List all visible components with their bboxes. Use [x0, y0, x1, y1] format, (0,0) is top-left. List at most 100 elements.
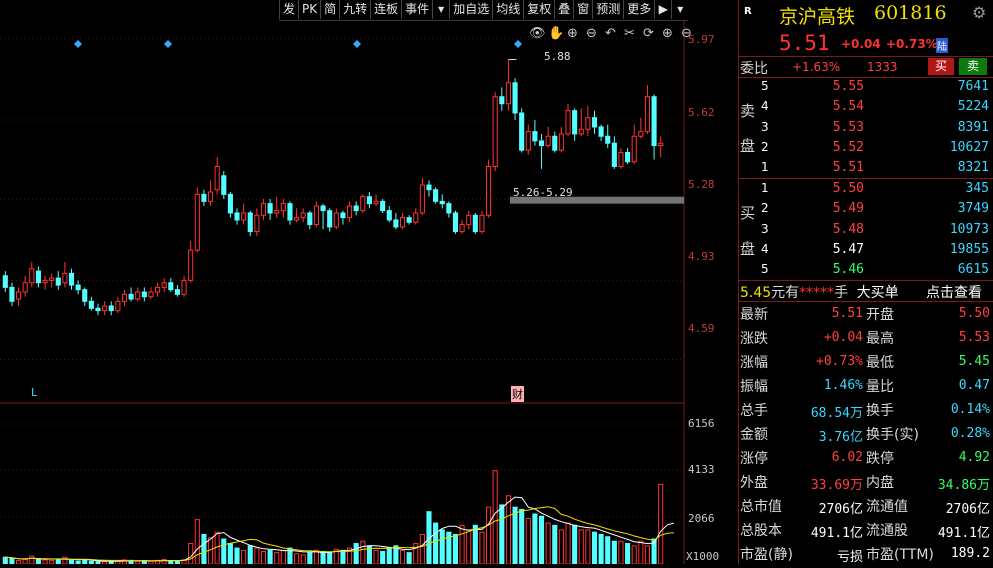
marker-cai[interactable]: 财	[511, 386, 524, 402]
candle-body	[525, 131, 531, 151]
toolbar-item-0[interactable]: 发	[279, 0, 298, 19]
volume-bar	[380, 550, 386, 565]
candle-body	[307, 212, 313, 226]
bid-price[interactable]: 5.49	[809, 201, 864, 216]
bid-row-5[interactable]: 5 5.46 6615	[739, 260, 993, 280]
eye-icon[interactable]: 👁	[529, 26, 546, 41]
last-price: 5.51	[779, 31, 830, 55]
refresh-icon[interactable]: ⟳	[643, 26, 654, 41]
bid-price[interactable]: 5.50	[809, 181, 864, 196]
more-dropdown-icon[interactable]: ▾	[671, 0, 688, 19]
volume-tick-1: 4133	[688, 463, 715, 476]
candle-body	[241, 212, 247, 221]
buy-button[interactable]: 买	[928, 58, 954, 75]
view-big-order-link[interactable]: 点击查看	[926, 282, 982, 302]
toolbar-item-12[interactable]: 更多	[623, 0, 654, 19]
candle-body	[366, 196, 372, 205]
ask-price[interactable]: 5.54	[809, 99, 864, 114]
candle-body	[35, 270, 41, 284]
ask-price[interactable]: 5.53	[809, 120, 864, 135]
candle-body	[300, 212, 306, 219]
lu-badge: 陆	[936, 38, 948, 53]
volume-bar	[386, 547, 392, 565]
stat-value-right: 5.45	[958, 354, 990, 369]
volume-bar	[512, 506, 518, 565]
candle-body	[247, 212, 253, 233]
candle-body	[161, 282, 167, 288]
bid-row-3[interactable]: 3 5.48 10973	[739, 220, 993, 240]
volume-bar	[459, 524, 465, 565]
volume-bar	[247, 545, 253, 565]
ask-row-2[interactable]: 2 5.52 10627	[739, 138, 993, 158]
volume-bar	[254, 547, 260, 565]
volume-bar	[188, 543, 194, 565]
toolbar-item-4[interactable]: 连板	[370, 0, 401, 19]
bid-row-4[interactable]: 4 5.47 19855	[739, 240, 993, 260]
volume-bar	[631, 545, 637, 565]
toolbar-item-11[interactable]: 预测	[592, 0, 623, 19]
stat-row: 市盈(静) 亏损 市盈(TTM) 189.2	[739, 542, 993, 566]
toolbar-item-3[interactable]: 九转	[339, 0, 370, 19]
expand-panel-icon[interactable]: ▶	[654, 0, 671, 19]
weibi-label: 委比	[740, 61, 768, 77]
candle-body	[340, 212, 346, 219]
volume-bar	[267, 549, 273, 565]
toolbar-item-8[interactable]: 复权	[523, 0, 554, 19]
candle-body	[102, 305, 108, 312]
toolbar-item-1[interactable]: PK	[298, 0, 320, 19]
hand-icon[interactable]: ✋	[548, 25, 564, 41]
sell-button[interactable]: 卖	[959, 58, 987, 75]
ask-price[interactable]: 5.55	[809, 79, 864, 94]
volume-bar	[572, 524, 578, 565]
bid-price[interactable]: 5.47	[809, 242, 864, 257]
kline-svg[interactable]: 👁 ✋ ⊕ ⊖ ↶ ✂ ⟳ ⊕ ⊖	[0, 20, 738, 565]
plus-circle-icon[interactable]: ⊕	[662, 26, 673, 41]
weibi-value: +1.63%	[792, 60, 841, 74]
candle-body	[82, 289, 88, 302]
candle-body	[42, 279, 48, 284]
bid-price[interactable]: 5.46	[809, 262, 864, 277]
ask-price[interactable]: 5.51	[809, 160, 864, 175]
bid-price[interactable]: 5.48	[809, 222, 864, 237]
volume-bar	[472, 524, 478, 565]
candle-body	[128, 293, 134, 300]
stat-value-right: 5.53	[958, 330, 990, 345]
ask-row-1[interactable]: 1 5.51 8321	[739, 158, 993, 178]
ask-row-3[interactable]: 3 5.53 8391	[739, 118, 993, 138]
scissors-icon[interactable]: ✂	[624, 26, 635, 41]
zoom-in-icon[interactable]: ⊕	[567, 26, 578, 41]
candle-body	[274, 210, 280, 214]
stat-label-right: 内盘	[866, 475, 894, 491]
candle-body	[505, 82, 511, 105]
toolbar-item-5[interactable]: 事件	[401, 0, 432, 19]
marker-l[interactable]: L	[31, 386, 37, 399]
toolbar-item-6[interactable]: 加自选	[449, 0, 492, 19]
gear-icon[interactable]: ⚙	[972, 3, 986, 22]
bid-row-2[interactable]: 2 5.49 3749	[739, 199, 993, 219]
range-annotation: 5.26-5.29	[513, 186, 573, 199]
candle-body	[214, 165, 220, 191]
toolbar-item-2[interactable]: 简	[320, 0, 339, 19]
candle-body	[426, 184, 432, 191]
candle-body	[313, 205, 320, 226]
candle-body	[121, 293, 128, 302]
candle-body	[446, 203, 452, 214]
ask-row-5[interactable]: 5 5.55 7641	[739, 77, 993, 97]
toolbar-item-10[interactable]: 窗	[573, 0, 592, 19]
bid-level: 3	[761, 221, 769, 236]
kline-chart[interactable]: 👁 ✋ ⊕ ⊖ ↶ ✂ ⟳ ⊕ ⊖ 5.97 5.62 5.28 4.93 4.59 6156 …	[0, 20, 738, 565]
volume-bar	[658, 483, 664, 565]
bid-row-1[interactable]: 1 5.50 345	[739, 179, 993, 199]
ask-price[interactable]: 5.52	[809, 140, 864, 155]
toolbar-item-9[interactable]: 叠	[554, 0, 573, 19]
volume-bar	[413, 543, 419, 565]
toolbar-item-7[interactable]: 均线	[492, 0, 523, 19]
zoom-out-icon[interactable]: ⊖	[586, 26, 597, 41]
candle-body	[227, 193, 233, 214]
volume-bar	[360, 540, 366, 565]
chevron-down-icon[interactable]: ▾	[432, 0, 449, 19]
undo-icon[interactable]: ↶	[605, 26, 616, 41]
ask-row-4[interactable]: 4 5.54 5224	[739, 97, 993, 117]
candle-body	[9, 286, 15, 302]
candle-body	[380, 200, 386, 212]
